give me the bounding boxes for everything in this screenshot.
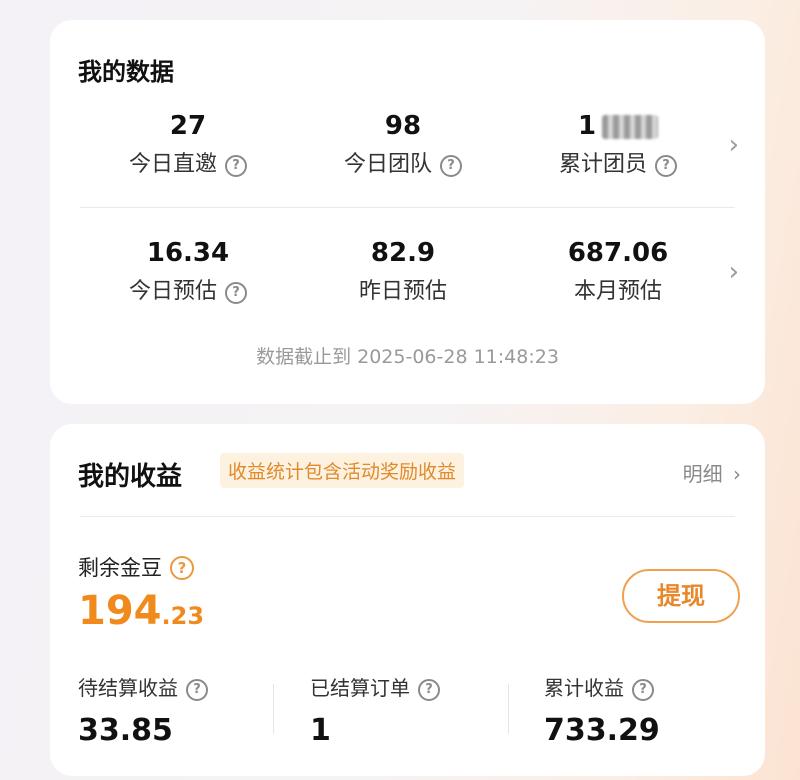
stat-month-estimate: 687.06 本月预估 bbox=[518, 237, 718, 307]
balance-label-group: 剩余金豆? bbox=[78, 552, 194, 582]
help-icon[interactable]: ? bbox=[655, 155, 677, 177]
stat-today-direct: 27 今日直邀? bbox=[88, 110, 288, 180]
help-icon[interactable]: ? bbox=[225, 282, 247, 304]
balance-amount: 194.23 bbox=[78, 589, 204, 638]
stat-label: 今日预估 bbox=[128, 279, 217, 304]
balance-label: 剩余金豆 bbox=[78, 556, 162, 580]
stat-value: 733.29 bbox=[544, 713, 660, 748]
chevron-right-icon[interactable]: › bbox=[729, 130, 739, 160]
help-icon[interactable]: ? bbox=[440, 155, 462, 177]
stat-yesterday-estimate: 82.9 昨日预估 bbox=[303, 237, 503, 307]
details-link[interactable]: 明细 › bbox=[683, 458, 741, 487]
stat-label: 昨日预估 bbox=[358, 279, 447, 304]
my-data-title: 我的数据 bbox=[78, 58, 174, 86]
help-icon[interactable]: ? bbox=[225, 155, 247, 177]
details-label: 明细 bbox=[682, 462, 723, 486]
stat-value: 98 bbox=[384, 111, 422, 141]
stat-value: 82.9 bbox=[370, 238, 436, 268]
stat-total-earnings: 累计收益? 733.29 bbox=[544, 672, 660, 748]
stat-label: 待结算收益 bbox=[78, 676, 178, 700]
my-data-card: 我的数据 27 今日直邀? 98 今日团队? 1 累计团员? › 16.34 今… bbox=[50, 20, 765, 404]
stat-value: 27 bbox=[169, 111, 207, 141]
help-icon[interactable]: ? bbox=[632, 679, 654, 701]
chevron-right-icon[interactable]: › bbox=[729, 257, 739, 287]
data-row-1[interactable]: 27 今日直邀? 98 今日团队? 1 累计团员? › bbox=[50, 110, 765, 190]
stat-value: 33.85 bbox=[78, 713, 173, 748]
stat-value: 1 bbox=[310, 713, 331, 748]
stat-settled-orders: 已结算订单? 1 bbox=[310, 672, 440, 748]
stat-label: 累计团员 bbox=[558, 152, 647, 177]
stat-label: 今日直邀 bbox=[128, 152, 217, 177]
data-timestamp: 数据截止到 2025-06-28 11:48:23 bbox=[256, 346, 559, 368]
stat-value: 687.06 bbox=[567, 238, 669, 268]
help-icon[interactable]: ? bbox=[418, 679, 440, 701]
stat-label: 本月预估 bbox=[573, 279, 662, 304]
data-row-2[interactable]: 16.34 今日预估? 82.9 昨日预估 687.06 本月预估 › bbox=[50, 237, 765, 317]
divider-vertical bbox=[508, 684, 509, 734]
stat-value: 16.34 bbox=[146, 238, 230, 268]
stat-total-members: 1 累计团员? bbox=[518, 110, 718, 180]
withdraw-button[interactable]: 提现 bbox=[622, 569, 740, 623]
help-icon[interactable]: ? bbox=[170, 556, 194, 580]
divider bbox=[80, 516, 735, 517]
my-earnings-card: 我的收益 收益统计包含活动奖励收益 明细 › 剩余金豆? 194.23 提现 待… bbox=[50, 424, 765, 776]
balance-integer: 194 bbox=[78, 588, 162, 634]
stat-label: 累计收益 bbox=[544, 676, 624, 700]
divider-vertical bbox=[273, 684, 274, 734]
stat-label: 今日团队 bbox=[343, 152, 432, 177]
help-icon[interactable]: ? bbox=[186, 679, 208, 701]
stat-today-team: 98 今日团队? bbox=[303, 110, 503, 180]
stat-value: 1 bbox=[577, 111, 597, 141]
balance-decimal: .23 bbox=[161, 602, 205, 630]
my-earnings-title: 我的收益 bbox=[78, 462, 183, 492]
earnings-note-tag: 收益统计包含活动奖励收益 bbox=[220, 453, 465, 488]
divider bbox=[80, 207, 735, 208]
stat-today-estimate: 16.34 今日预估? bbox=[88, 237, 288, 307]
chevron-right-icon: › bbox=[733, 462, 741, 486]
stat-pending-earnings: 待结算收益? 33.85 bbox=[78, 672, 208, 748]
blurred-value bbox=[602, 114, 659, 139]
stat-label: 已结算订单 bbox=[310, 676, 410, 700]
